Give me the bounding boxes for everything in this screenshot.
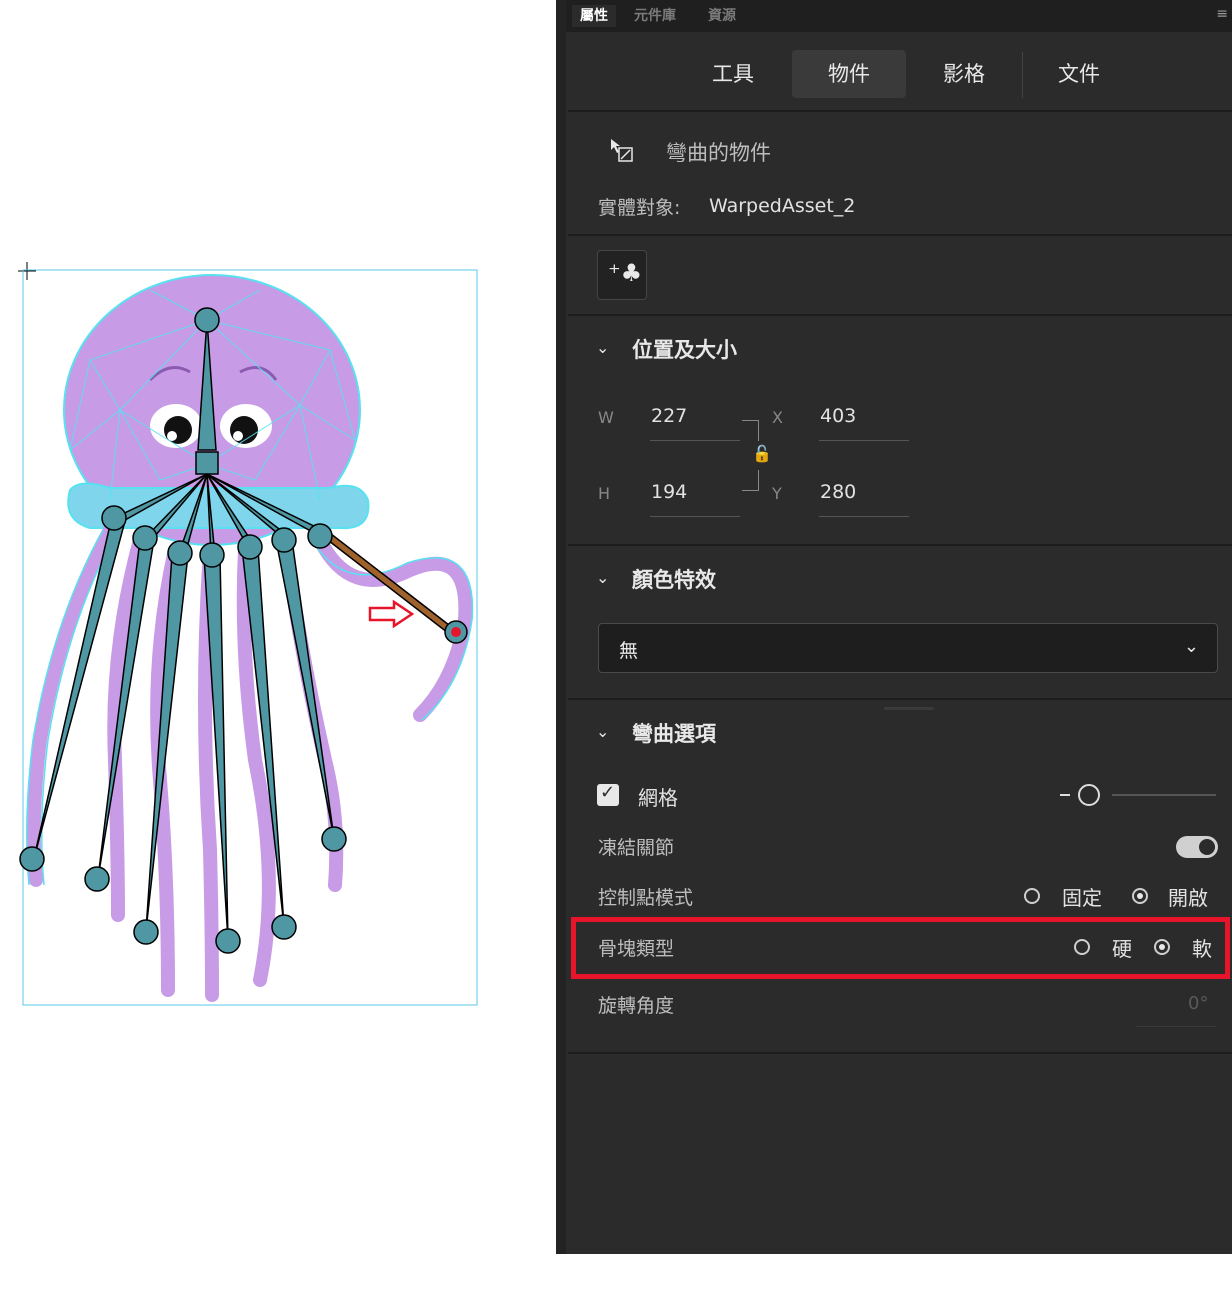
link-bracket-bottom xyxy=(742,470,759,491)
toggle-knob xyxy=(1199,839,1215,855)
divider xyxy=(568,234,1232,236)
resize-grip[interactable] xyxy=(884,707,934,710)
rotation-field[interactable]: 0° xyxy=(1188,993,1208,1014)
mesh-slider-thumb[interactable] xyxy=(1078,784,1100,806)
y-underline xyxy=(819,516,909,517)
divider xyxy=(568,314,1232,316)
slider-minus-icon xyxy=(1060,794,1070,796)
section-position-size[interactable]: 位置及大小 xyxy=(632,334,737,364)
chevron-down-icon: ⌄ xyxy=(1183,636,1199,657)
warped-jellyfish-artwork[interactable] xyxy=(0,0,556,1300)
instance-name: WarpedAsset_2 xyxy=(709,195,856,217)
radio-handle-open[interactable] xyxy=(1132,888,1148,904)
annotation-highlight-box xyxy=(571,917,1230,979)
annotation-arrow-icon xyxy=(368,599,415,629)
collapse-chevron-icon[interactable]: ⌄ xyxy=(596,722,609,741)
radio-handle-fixed[interactable] xyxy=(1024,888,1040,904)
divider xyxy=(568,544,1232,546)
tab-object[interactable]: 物件 xyxy=(792,50,906,98)
instance-label: 實體對象: xyxy=(598,197,681,219)
height-field[interactable]: 194 xyxy=(651,481,687,503)
tab-library[interactable]: 元件庫 xyxy=(626,5,684,27)
properties-panel: 屬性 元件庫 資源 ≡ 工具 物件 影格 文件 彎曲的物件 實體對象: Warp… xyxy=(556,0,1232,1254)
panel-tab-strip: 屬性 元件庫 資源 ≡ xyxy=(566,0,1232,32)
divider xyxy=(568,1052,1232,1054)
w-label: W xyxy=(598,408,614,427)
mesh-slider-track[interactable] xyxy=(1112,794,1216,796)
object-type-label: 彎曲的物件 xyxy=(666,141,771,165)
handle-mode-label: 控制點模式 xyxy=(598,887,694,909)
panel-menu-icon[interactable]: ≡ xyxy=(1216,6,1228,22)
color-effect-value: 無 xyxy=(619,640,639,662)
width-underline xyxy=(650,440,740,441)
color-effect-dropdown[interactable]: 無 ⌄ xyxy=(598,623,1218,673)
collapse-chevron-icon[interactable]: ⌄ xyxy=(596,568,609,587)
warped-object-icon xyxy=(611,139,633,162)
tab-frame[interactable]: 影格 xyxy=(907,50,1021,98)
link-bracket-top xyxy=(742,420,759,441)
stage-canvas[interactable] xyxy=(0,0,556,1300)
x-underline xyxy=(819,440,909,441)
section-color-effect[interactable]: 顏色特效 xyxy=(632,564,716,594)
y-label: Y xyxy=(772,484,782,503)
handle-open-label: 開啟 xyxy=(1168,886,1208,910)
height-underline xyxy=(650,516,740,517)
mesh-checkbox[interactable]: ✓ xyxy=(597,782,619,806)
collapse-chevron-icon[interactable]: ⌄ xyxy=(596,338,609,357)
tab-assets[interactable]: 資源 xyxy=(700,5,744,27)
x-label: X xyxy=(772,408,783,427)
swap-symbol-button[interactable]: ⁺♣ xyxy=(597,250,647,300)
width-field[interactable]: 227 xyxy=(651,405,687,427)
y-field[interactable]: 280 xyxy=(820,481,856,503)
tab-tool[interactable]: 工具 xyxy=(676,50,790,98)
lock-icon[interactable]: 🔓 xyxy=(752,444,772,463)
mesh-label: 網格 xyxy=(638,786,678,810)
panel-edge xyxy=(556,0,566,1254)
checkmark-icon: ✓ xyxy=(600,782,616,803)
swap-symbol-icon: ⁺♣ xyxy=(608,259,643,287)
rotation-label: 旋轉角度 xyxy=(598,995,675,1017)
divider xyxy=(568,110,1232,112)
tab-properties[interactable]: 屬性 xyxy=(572,5,616,27)
divider xyxy=(568,698,1232,700)
freeze-joints-toggle[interactable] xyxy=(1176,836,1218,858)
rotation-underline xyxy=(1136,1026,1216,1027)
section-warp-options[interactable]: 彎曲選項 xyxy=(632,718,716,748)
freeze-joints-label: 凍結關節 xyxy=(598,837,675,859)
handle-fixed-label: 固定 xyxy=(1062,886,1102,910)
x-field[interactable]: 403 xyxy=(820,405,856,427)
h-label: H xyxy=(598,484,611,503)
registration-crosshair-icon xyxy=(18,262,36,280)
tab-document[interactable]: 文件 xyxy=(1022,50,1136,98)
